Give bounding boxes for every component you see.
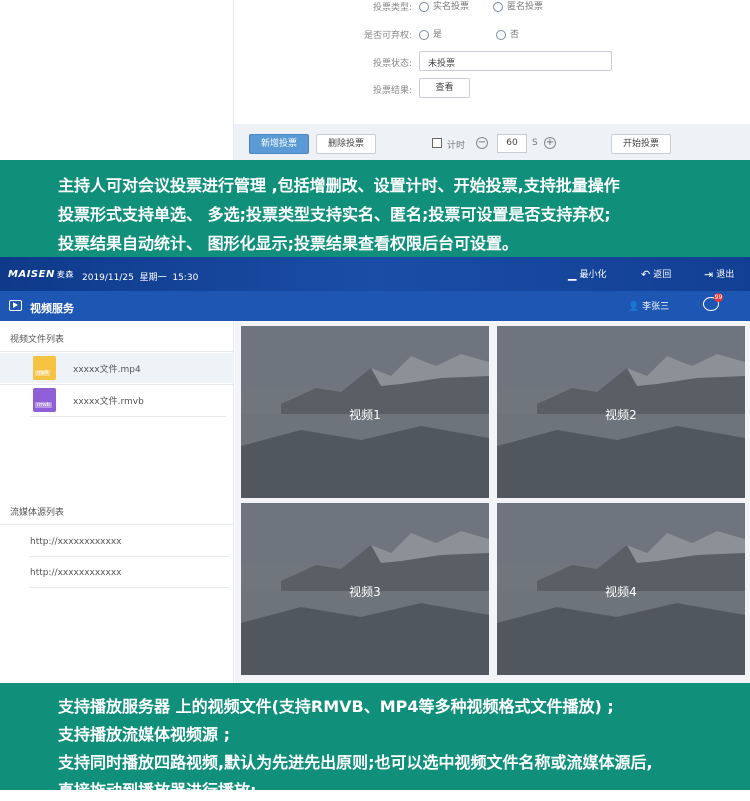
add-vote-button[interactable]: 新增投票	[249, 134, 309, 154]
module-title: 视频服务	[30, 302, 74, 315]
timer-checkbox[interactable]	[432, 138, 442, 148]
start-vote-button[interactable]: 开始投票	[611, 134, 671, 154]
delete-vote-button[interactable]: 删除投票	[316, 134, 376, 154]
radio-icon[interactable]	[419, 29, 429, 40]
vote-status-label: 投票状态:	[372, 59, 412, 69]
abstain-option-yes[interactable]: 是	[419, 27, 442, 40]
banner-line: 直接拖动到播放器进行播放;	[58, 781, 257, 800]
divider	[0, 351, 234, 352]
file-item[interactable]: mp4 xxxxx文件.mp4	[0, 353, 234, 383]
banner-line: 支持播放流媒体视频源 ;	[58, 725, 230, 744]
timer-label: 计时	[447, 141, 466, 151]
video-player-3[interactable]: 视频3	[241, 503, 489, 675]
vote-feature-banner: 主持人可对会议投票进行管理 ,包括增删改、设置计时、开始投票,支持批量操作 投票…	[0, 160, 750, 257]
video-label: 视频1	[349, 408, 381, 422]
video-icon	[9, 300, 22, 311]
divider	[0, 524, 234, 525]
banner-line: 投票形式支持单选、 多选;投票类型支持实名、匿名;投票可设置是否支持弃权;	[58, 205, 611, 224]
vote-toolbar	[234, 124, 750, 160]
message-badge: 99	[714, 293, 723, 302]
file-name: xxxxx文件.mp4	[73, 365, 141, 375]
back-button[interactable]: ↶ 返回	[641, 267, 671, 281]
user-menu[interactable]: 👤 李张三	[628, 299, 669, 312]
view-result-button[interactable]: 查看	[419, 78, 470, 98]
vote-type-label: 投票类型:	[372, 3, 412, 13]
exit-icon: ⇥	[704, 268, 714, 281]
banner-line: 主持人可对会议投票进行管理 ,包括增删改、设置计时、开始投票,支持批量操作	[58, 176, 620, 195]
brand-logo: MAISEN 麦森	[8, 269, 74, 280]
stream-list-title: 流媒体源列表	[10, 508, 65, 518]
media-sidebar: 视频文件列表 mp4 xxxxx文件.mp4 rmvb xxxxx文件.rmvb…	[0, 321, 234, 683]
file-name: xxxxx文件.rmvb	[73, 397, 144, 407]
vote-result-label: 投票结果:	[372, 86, 412, 96]
divider	[30, 416, 226, 417]
vote-settings-panel: 投票类型: 实名投票 匿名投票 是否可弃权: 是 否 投票状态: 未投票 投票结…	[0, 0, 750, 160]
minimize-icon: ▁	[568, 268, 577, 281]
file-item[interactable]: rmvb xxxxx文件.rmvb	[0, 385, 234, 415]
rmvb-file-icon: rmvb	[33, 388, 56, 412]
video-player-4[interactable]: 视频4	[497, 503, 745, 675]
video-label: 视频4	[605, 585, 637, 599]
title-bar: MAISEN 麦森 2019/11/25 星期一 15:30 ▁ 最小化 ↶ 返回 ⇥…	[0, 257, 750, 291]
module-header: 视频服务 👤 李张三 99	[0, 291, 750, 321]
timer-unit: S	[532, 138, 538, 148]
video-feature-banner: 支持播放服务器 上的视频文件(支持RMVB、MP4等多种视频格式文件播放) ; …	[0, 683, 750, 800]
stream-item[interactable]: http://xxxxxxxxxxxx	[30, 527, 230, 557]
video-player-grid: 视频1 视频2 视频3 视频4	[235, 321, 750, 683]
file-list-title: 视频文件列表	[10, 335, 65, 345]
radio-icon[interactable]	[419, 1, 429, 12]
abstain-label: 是否可弃权:	[363, 31, 412, 41]
datetime: 2019/11/25 星期一 15:30	[82, 273, 199, 283]
abstain-option-no[interactable]: 否	[496, 27, 519, 40]
vote-panel-side	[0, 0, 234, 160]
user-icon: 👤	[628, 302, 640, 312]
stream-item[interactable]: http://xxxxxxxxxxxx	[30, 558, 230, 588]
banner-line: 支持播放服务器 上的视频文件(支持RMVB、MP4等多种视频格式文件播放) ;	[58, 697, 614, 716]
timer-input[interactable]: 60	[497, 134, 527, 153]
mp4-file-icon: mp4	[33, 356, 56, 380]
radio-icon[interactable]	[496, 29, 506, 40]
message-icon[interactable]: 99	[703, 293, 723, 311]
minimize-button[interactable]: ▁ 最小化	[568, 267, 606, 281]
radio-icon[interactable]	[493, 1, 503, 12]
video-player-2[interactable]: 视频2	[497, 326, 745, 498]
video-player-1[interactable]: 视频1	[241, 326, 489, 498]
exit-button[interactable]: ⇥ 退出	[704, 267, 734, 281]
vote-status-field[interactable]: 未投票	[419, 51, 612, 71]
banner-line: 支持同时播放四路视频,默认为先进先出原则;也可以选中视频文件名称或流媒体源后,	[58, 753, 653, 772]
video-label: 视频2	[605, 408, 637, 422]
plus-icon[interactable]: +	[544, 137, 556, 149]
video-label: 视频3	[349, 585, 381, 599]
back-arrow-icon: ↶	[641, 268, 651, 281]
video-service-app: MAISEN 麦森 2019/11/25 星期一 15:30 ▁ 最小化 ↶ 返回 ⇥…	[0, 257, 750, 683]
minus-icon[interactable]: −	[476, 137, 488, 149]
banner-line: 投票结果自动统计、 图形化显示;投票结果查看权限后台可设置。	[58, 234, 518, 253]
vote-type-option-realname[interactable]: 实名投票	[419, 0, 469, 12]
vote-type-option-anonymous[interactable]: 匿名投票	[493, 0, 543, 12]
